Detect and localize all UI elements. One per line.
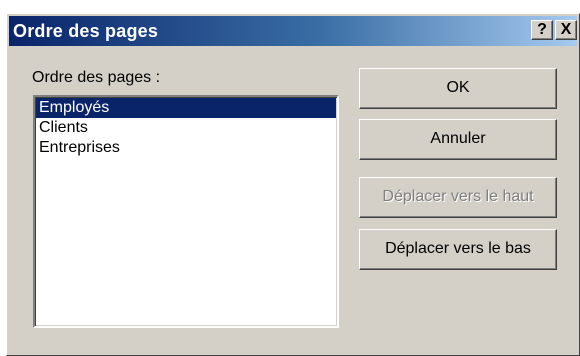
list-label: Ordre des pages : (32, 69, 161, 86)
list-item-employes[interactable]: Employés (36, 98, 336, 118)
list-item-clients[interactable]: Clients (36, 118, 336, 138)
move-down-button[interactable]: Déplacer vers le bas (359, 229, 557, 270)
ok-button[interactable]: OK (359, 68, 557, 109)
help-button[interactable]: ? (531, 20, 553, 40)
page-order-listbox[interactable]: Employés Clients Entreprises (33, 95, 339, 328)
dialog-title: Ordre des pages (13, 21, 159, 41)
close-button[interactable]: X (555, 20, 577, 40)
list-item-entreprises[interactable]: Entreprises (36, 138, 336, 158)
cancel-button[interactable]: Annuler (359, 119, 557, 160)
dialog-window: Ordre des pages ? X Ordre des pages : Em… (6, 13, 580, 356)
title-bar[interactable]: Ordre des pages ? X (9, 16, 577, 46)
move-up-button[interactable]: Déplacer vers le haut (359, 177, 557, 218)
